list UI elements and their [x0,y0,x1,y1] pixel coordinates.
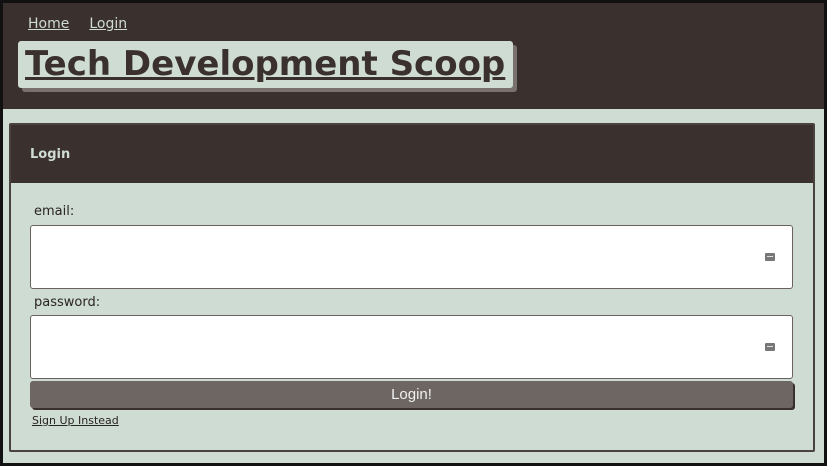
login-card: Login email: password: Login! Sign Up In… [9,123,815,452]
login-button[interactable]: Login! [30,381,793,408]
email-label: email: [34,204,75,219]
site-title-box: Tech Development Scoop [18,41,514,88]
autofill-key-icon[interactable] [765,343,775,351]
main-content: Login email: password: Login! Sign Up In… [3,109,824,463]
password-field-wrapper [30,315,793,379]
nav-home-link[interactable]: Home [28,16,69,32]
password-label: password: [34,295,101,310]
login-card-title: Login [30,146,71,162]
email-field[interactable] [31,226,792,288]
nav-login-link[interactable]: Login [89,16,127,32]
site-title-link[interactable]: Tech Development Scoop [25,44,505,84]
email-field-wrapper [30,225,793,289]
password-field[interactable] [31,316,792,378]
sign-up-link[interactable]: Sign Up Instead [32,414,119,427]
site-header: Home Login Tech Development Scoop [3,3,824,109]
autofill-key-icon[interactable] [765,253,775,261]
top-nav: Home Login [28,16,127,32]
login-card-header: Login [11,125,813,183]
